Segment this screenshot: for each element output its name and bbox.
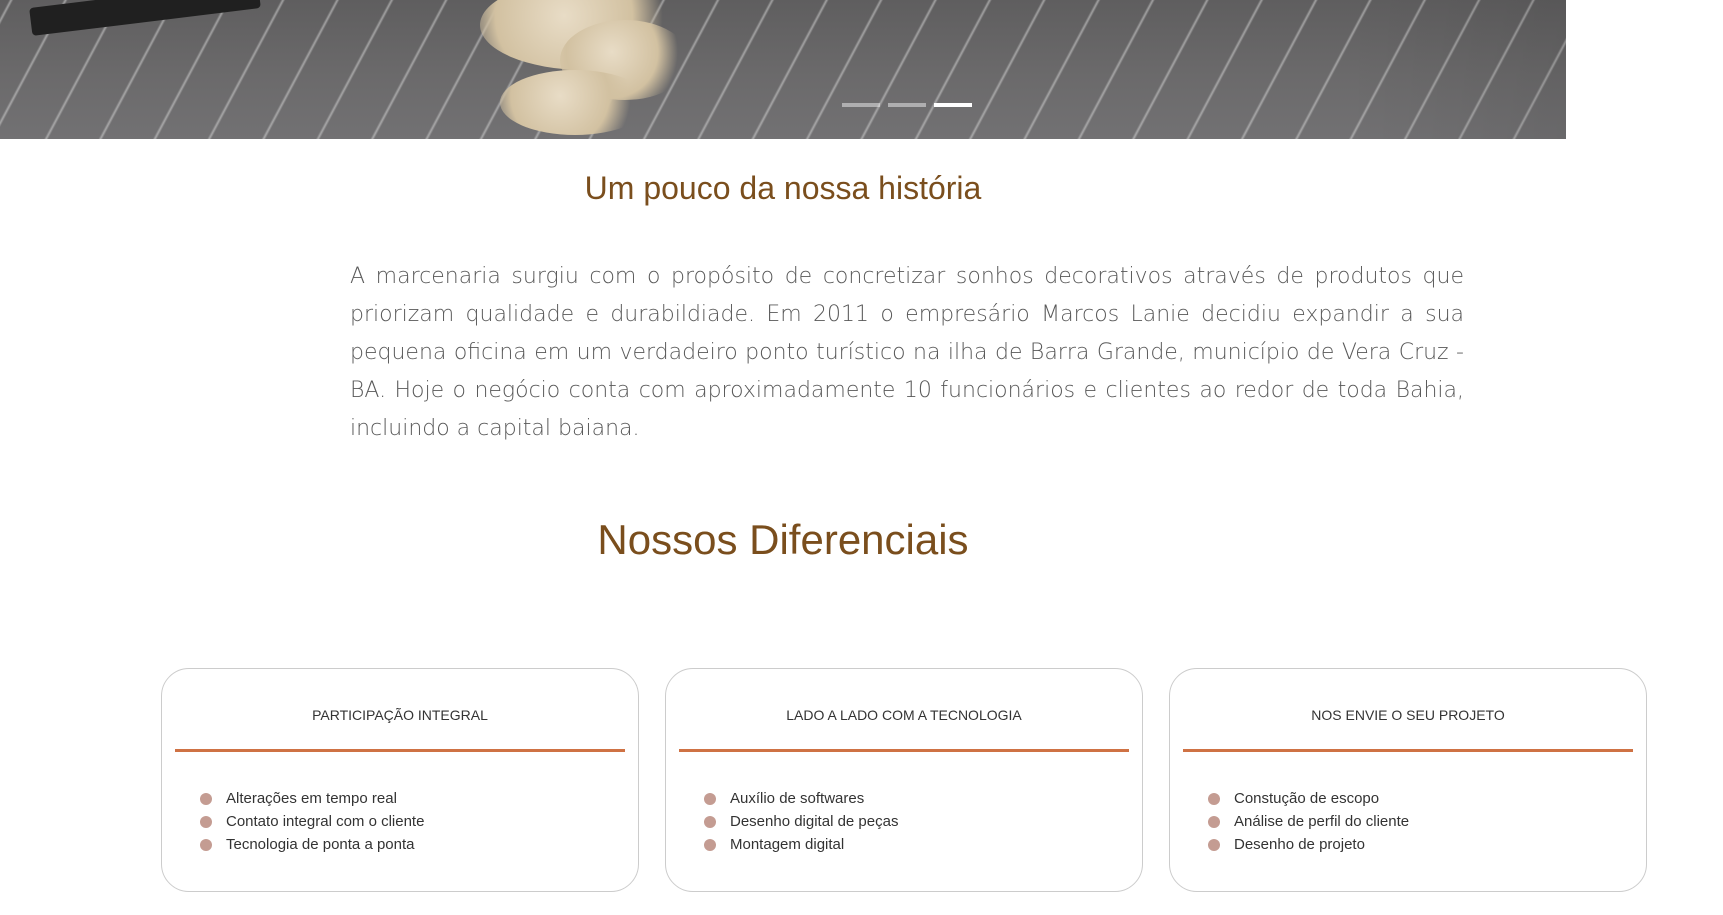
list-item-label: Desenho de projeto xyxy=(1234,836,1365,853)
bullet-dot-icon xyxy=(1208,839,1220,851)
differential-card-participation: PARTICIPAÇÃO INTEGRAL Alterações em temp… xyxy=(161,668,639,892)
card-divider xyxy=(175,749,625,752)
list-item-label: Auxílio de softwares xyxy=(730,790,865,807)
bullet-dot-icon xyxy=(704,816,716,828)
hero-carousel xyxy=(0,0,1566,139)
list-item: Alterações em tempo real xyxy=(200,787,424,810)
bullet-dot-icon xyxy=(200,793,212,805)
list-item-label: Contato integral com o cliente xyxy=(226,813,425,830)
hero-sawdust xyxy=(500,70,650,135)
card-feature-list: Auxílio de softwares Desenho digital de … xyxy=(704,787,898,856)
hero-vignette xyxy=(1346,0,1566,139)
card-divider xyxy=(679,749,1129,752)
bullet-dot-icon xyxy=(200,816,212,828)
list-item: Análise de perfil do cliente xyxy=(1208,810,1409,833)
bullet-dot-icon xyxy=(1208,793,1220,805)
card-title: LADO A LADO COM A TECNOLOGIA xyxy=(786,707,1022,723)
differentials-title: Nossos Diferenciais xyxy=(597,516,969,563)
card-feature-list: Alterações em tempo real Contato integra… xyxy=(200,787,424,856)
history-paragraph: A marcenaria surgiu com o propósito de c… xyxy=(350,264,1464,441)
list-item: Desenho digital de peças xyxy=(704,810,898,833)
list-item: Constução de escopo xyxy=(1208,787,1409,810)
list-item-label: Tecnologia de ponta a ponta xyxy=(226,836,415,853)
list-item-label: Desenho digital de peças xyxy=(730,813,899,830)
carousel-indicator-1[interactable] xyxy=(842,103,880,107)
card-feature-list: Constução de escopo Análise de perfil do… xyxy=(1208,787,1409,856)
list-item: Desenho de projeto xyxy=(1208,833,1409,856)
list-item-label: Montagem digital xyxy=(730,836,845,853)
hero-image-texture xyxy=(0,0,1566,139)
history-title: Um pouco da nossa história xyxy=(584,170,982,206)
carousel-indicator-3[interactable] xyxy=(934,103,972,107)
list-item: Montagem digital xyxy=(704,833,898,856)
bullet-dot-icon xyxy=(704,793,716,805)
carousel-indicator-2[interactable] xyxy=(888,103,926,107)
card-title: PARTICIPAÇÃO INTEGRAL xyxy=(312,707,488,723)
list-item: Tecnologia de ponta a ponta xyxy=(200,833,424,856)
differential-card-technology: LADO A LADO COM A TECNOLOGIA Auxílio de … xyxy=(665,668,1143,892)
list-item: Contato integral com o cliente xyxy=(200,810,424,833)
card-divider xyxy=(1183,749,1633,752)
differential-card-project: NOS ENVIE O SEU PROJETO Constução de esc… xyxy=(1169,668,1647,892)
list-item-label: Constução de escopo xyxy=(1234,790,1380,807)
carousel-indicators xyxy=(842,103,972,107)
list-item-label: Alterações em tempo real xyxy=(226,790,397,807)
list-item: Auxílio de softwares xyxy=(704,787,898,810)
list-item-label: Análise de perfil do cliente xyxy=(1234,813,1410,830)
card-title: NOS ENVIE O SEU PROJETO xyxy=(1311,707,1505,723)
bullet-dot-icon xyxy=(200,839,212,851)
bullet-dot-icon xyxy=(704,839,716,851)
bullet-dot-icon xyxy=(1208,816,1220,828)
